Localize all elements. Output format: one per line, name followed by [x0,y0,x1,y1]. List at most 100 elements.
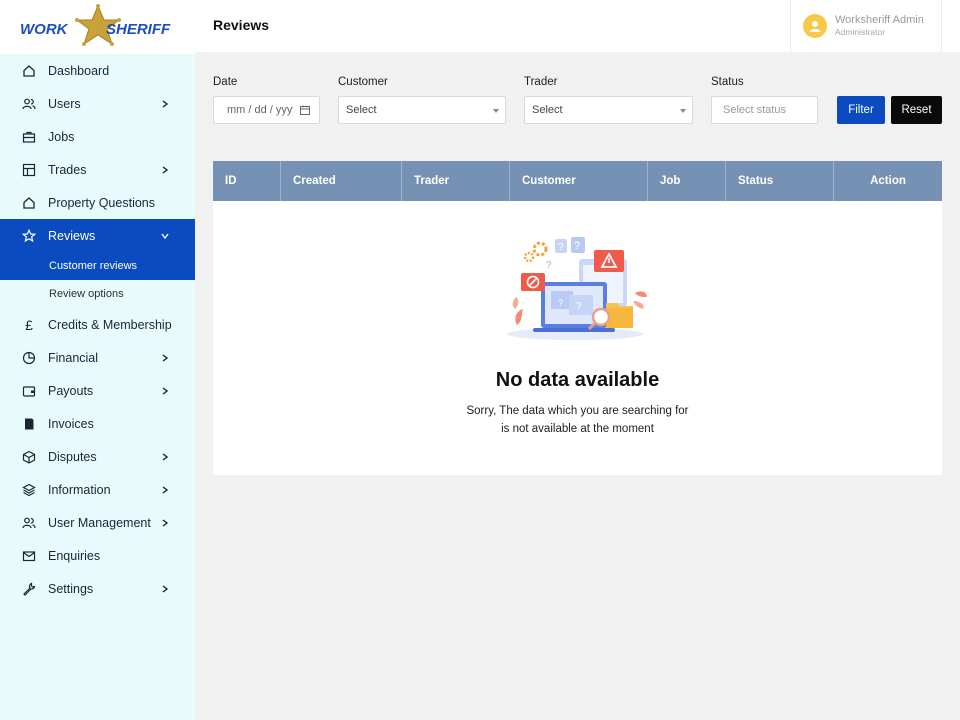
chevron-down-icon [161,232,169,240]
sidebar-item-disputes[interactable]: Disputes [0,440,195,473]
brand-logo[interactable]: WORK SHERIFF [0,0,195,54]
column-header-job[interactable]: Job [648,161,726,201]
page-title: Reviews [213,17,270,33]
sidebar-item-dashboard[interactable]: Dashboard [0,54,195,87]
sidebar-nav: Dashboard Users Jobs Trades Property Que… [0,54,195,605]
top-bar: Reviews Worksheriff Admin Administrator [195,0,960,52]
users-icon [22,516,36,530]
customer-label: Customer [338,76,388,88]
chevron-right-icon [161,584,169,593]
chevron-right-icon [161,353,169,362]
chevron-right-icon [161,386,169,395]
chevron-right-icon [161,485,169,494]
status-input[interactable]: Select status [711,96,818,124]
reset-button[interactable]: Reset [891,96,942,124]
column-header-id[interactable]: ID [213,161,281,201]
sidebar-item-settings[interactable]: Settings [0,572,195,605]
date-input-placeholder: mm / dd / yyyy [227,104,293,116]
sidebar-item-label: Dashboard [48,63,110,78]
sidebar-item-reviews[interactable]: Reviews [0,219,195,252]
sidebar-item-label: Information [48,482,111,497]
sidebar-subitem-label: Review options [49,288,124,300]
layers-icon [22,483,36,497]
mail-icon [22,549,36,563]
date-label: Date [213,76,238,88]
no-data-illustration: ? ? ? ? ? [507,237,647,340]
invoice-icon [22,417,36,431]
user-menu[interactable]: Worksheriff Admin Administrator [790,0,942,52]
user-avatar-icon [809,21,821,32]
column-header-action[interactable]: Action [834,161,942,201]
sidebar-item-label: Reviews [48,228,96,243]
svg-text:?: ? [558,298,563,308]
sidebar-subitem-label: Customer reviews [49,260,138,272]
sidebar-item-trades[interactable]: Trades [0,153,195,186]
home-icon [22,196,36,210]
svg-text:?: ? [576,301,582,312]
star-icon [22,228,36,243]
chevron-right-icon [161,99,169,108]
sidebar-subitem-customer-reviews[interactable]: Customer reviews [0,252,195,280]
worksheriff-logo: WORK SHERIFF [20,4,171,46]
grid-icon [22,163,36,177]
empty-state-message: Sorry, The data which you are searching … [213,402,942,438]
sidebar-item-label: Property Questions [48,195,155,210]
sidebar-item-label: Invoices [48,416,94,431]
sidebar-item-enquiries[interactable]: Enquiries [0,539,195,572]
empty-state-title: No data available [495,369,660,391]
sidebar-item-label: Enquiries [48,548,101,563]
table-header: ID Created Trader Customer Job Status Ac… [213,161,942,201]
sidebar-item-label: Settings [48,581,94,596]
filter-button[interactable]: Filter [837,96,885,124]
sidebar: WORK SHERIFF Dashboard Users Jobs Trades… [0,0,195,720]
column-header-trader[interactable]: Trader [402,161,510,201]
svg-text:SHERIFF: SHERIFF [106,21,171,38]
home-icon [22,64,36,78]
sidebar-item-property-questions[interactable]: Property Questions [0,186,195,219]
reviews-table: ID Created Trader Customer Job Status Ac… [213,161,942,475]
sidebar-item-label: Financial [48,350,99,365]
svg-text:?: ? [546,260,552,271]
briefcase-icon [22,130,36,144]
avatar [803,14,827,38]
sidebar-item-invoices[interactable]: Invoices [0,407,195,440]
customer-select-value: Select [346,104,377,116]
filter-bar: Date mm / dd / yyyy Customer Select Trad… [213,76,943,126]
date-input[interactable]: mm / dd / yyyy [213,96,320,124]
sidebar-item-label: Users [48,96,81,111]
calendar-icon[interactable] [300,105,310,115]
column-header-customer[interactable]: Customer [510,161,648,201]
user-info: Worksheriff Admin Administrator [835,14,924,38]
trader-label: Trader [524,76,558,88]
user-role: Administrator [835,27,886,37]
sidebar-item-users[interactable]: Users [0,87,195,120]
empty-state-line-2: is not available at the moment [501,423,654,435]
sidebar-item-financial[interactable]: Financial [0,341,195,374]
sidebar-item-label: Disputes [48,449,97,464]
svg-text:?: ? [574,240,580,252]
sidebar-item-label: Payouts [48,383,94,398]
sidebar-item-label: User Management [48,515,151,530]
wallet-icon [22,384,36,398]
customer-select[interactable]: Select [338,96,506,124]
sidebar-item-label: Credits & Membership [48,317,172,332]
sidebar-subitem-review-options[interactable]: Review options [0,280,195,308]
caret-down-icon [680,109,686,113]
sidebar-item-jobs[interactable]: Jobs [0,120,195,153]
chevron-right-icon [161,518,169,527]
sidebar-item-credits-membership[interactable]: £ Credits & Membership [0,308,195,341]
column-header-created[interactable]: Created [281,161,402,201]
svg-text:?: ? [558,242,564,253]
sidebar-item-payouts[interactable]: Payouts [0,374,195,407]
pound-icon: £ [25,316,33,333]
sidebar-item-information[interactable]: Information [0,473,195,506]
sidebar-item-user-management[interactable]: User Management [0,506,195,539]
trader-select[interactable]: Select [524,96,693,124]
column-header-status[interactable]: Status [726,161,834,201]
chevron-right-icon [161,165,169,174]
sidebar-item-label: Trades [48,162,87,177]
trader-select-value: Select [532,104,563,116]
caret-down-icon [493,109,499,113]
chevron-right-icon [161,452,169,461]
empty-state-line-1: Sorry, The data which you are searching … [466,405,689,417]
